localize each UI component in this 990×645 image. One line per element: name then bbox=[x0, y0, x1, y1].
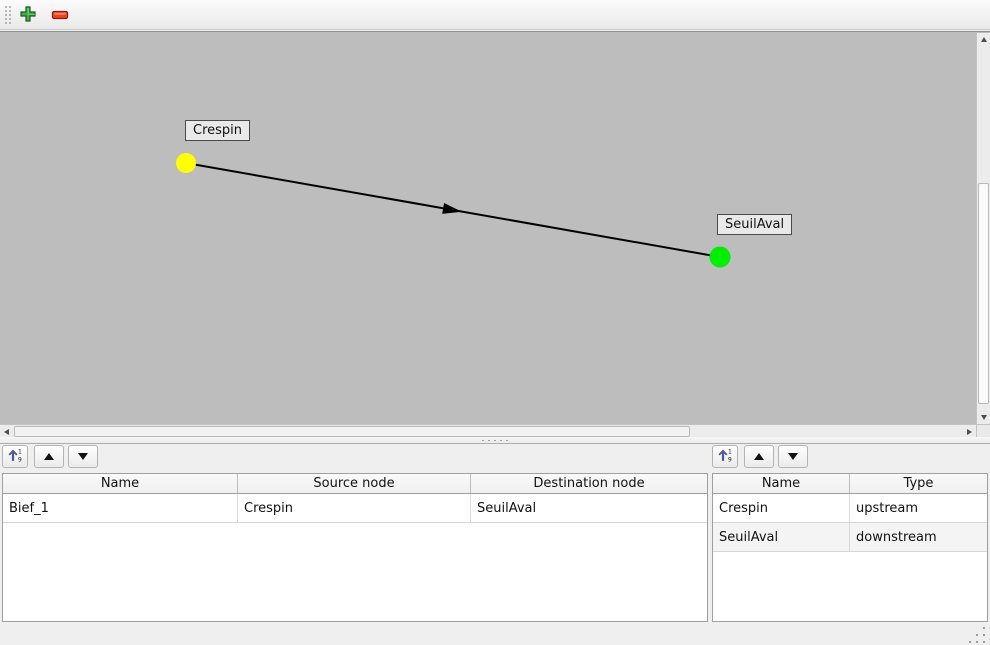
node-table-header: Name Type bbox=[713, 474, 987, 494]
table-row[interactable]: Crespin upstream bbox=[713, 494, 987, 523]
sort-ascending-icon: 1 9 bbox=[7, 447, 23, 466]
horizontal-scrollbar-thumb[interactable] bbox=[14, 426, 690, 437]
cell-type[interactable]: upstream bbox=[850, 494, 987, 522]
arrow-up-icon bbox=[44, 453, 54, 460]
node-circle-seuilaval[interactable] bbox=[710, 247, 731, 268]
table-row[interactable]: Bief_1 Crespin SeuilAval bbox=[3, 494, 707, 523]
node-label-seuilaval[interactable]: SeuilAval bbox=[717, 214, 792, 235]
splitter-dots-icon bbox=[480, 439, 512, 442]
svg-text:1: 1 bbox=[728, 449, 732, 456]
svg-text:1: 1 bbox=[18, 449, 22, 456]
canvas-horizontal-scrollbar[interactable] bbox=[0, 424, 976, 438]
toolbar-grip-handle[interactable] bbox=[4, 5, 12, 25]
cell-name[interactable]: SeuilAval bbox=[713, 523, 850, 551]
sort-ascending-icon: 1 9 bbox=[717, 447, 733, 466]
network-canvas-frame: Crespin SeuilAval bbox=[0, 31, 990, 437]
scrollbar-corner bbox=[976, 424, 990, 438]
edge-arrow-icon bbox=[442, 203, 463, 217]
node-circle-crespin[interactable] bbox=[176, 153, 196, 173]
splitter-handle[interactable] bbox=[0, 437, 990, 444]
reach-sort-button[interactable]: 1 9 bbox=[2, 445, 28, 468]
node-label-crespin[interactable]: Crespin bbox=[185, 120, 250, 141]
status-bar bbox=[0, 623, 990, 645]
add-button[interactable] bbox=[15, 3, 41, 27]
network-canvas[interactable]: Crespin SeuilAval bbox=[0, 33, 976, 424]
node-table: Name Type Crespin upstream SeuilAval dow… bbox=[712, 473, 988, 622]
header-name[interactable]: Name bbox=[3, 474, 238, 493]
graph-layer bbox=[0, 33, 976, 424]
reach-move-down-button[interactable] bbox=[68, 445, 98, 468]
scroll-down-button[interactable] bbox=[977, 411, 990, 424]
minus-icon bbox=[51, 8, 69, 23]
reach-table: Name Source node Destination node Bief_1… bbox=[2, 473, 708, 622]
reach-move-up-button[interactable] bbox=[34, 445, 64, 468]
resize-grip-icon[interactable] bbox=[969, 627, 987, 643]
main-toolbar bbox=[0, 0, 990, 30]
header-type[interactable]: Type bbox=[850, 474, 987, 493]
cell-name[interactable]: Crespin bbox=[713, 494, 850, 522]
scroll-up-button[interactable] bbox=[977, 33, 990, 46]
svg-text:9: 9 bbox=[728, 457, 732, 464]
reach-table-header: Name Source node Destination node bbox=[3, 474, 707, 494]
cell-source-node[interactable]: Crespin bbox=[238, 494, 471, 522]
cell-type[interactable]: downstream bbox=[850, 523, 987, 551]
vertical-scrollbar-thumb[interactable] bbox=[978, 183, 989, 404]
table-row[interactable]: SeuilAval downstream bbox=[713, 523, 987, 552]
cell-name[interactable]: Bief_1 bbox=[3, 494, 238, 522]
cell-destination-node[interactable]: SeuilAval bbox=[471, 494, 707, 522]
header-name[interactable]: Name bbox=[713, 474, 850, 493]
header-destination-node[interactable]: Destination node bbox=[471, 474, 707, 493]
canvas-vertical-scrollbar[interactable] bbox=[976, 33, 990, 424]
triangle-up-icon bbox=[981, 37, 987, 42]
plus-icon bbox=[19, 5, 37, 26]
node-sort-button[interactable]: 1 9 bbox=[712, 445, 738, 468]
triangle-down-icon bbox=[981, 415, 987, 420]
triangle-left-icon bbox=[4, 429, 9, 435]
triangle-right-icon bbox=[967, 429, 972, 435]
arrow-down-icon bbox=[78, 453, 88, 460]
arrow-down-icon bbox=[788, 453, 798, 460]
node-move-up-button[interactable] bbox=[744, 445, 774, 468]
node-move-down-button[interactable] bbox=[778, 445, 808, 468]
remove-button[interactable] bbox=[47, 3, 73, 27]
header-source-node[interactable]: Source node bbox=[238, 474, 471, 493]
svg-text:9: 9 bbox=[18, 457, 22, 464]
arrow-up-icon bbox=[754, 453, 764, 460]
